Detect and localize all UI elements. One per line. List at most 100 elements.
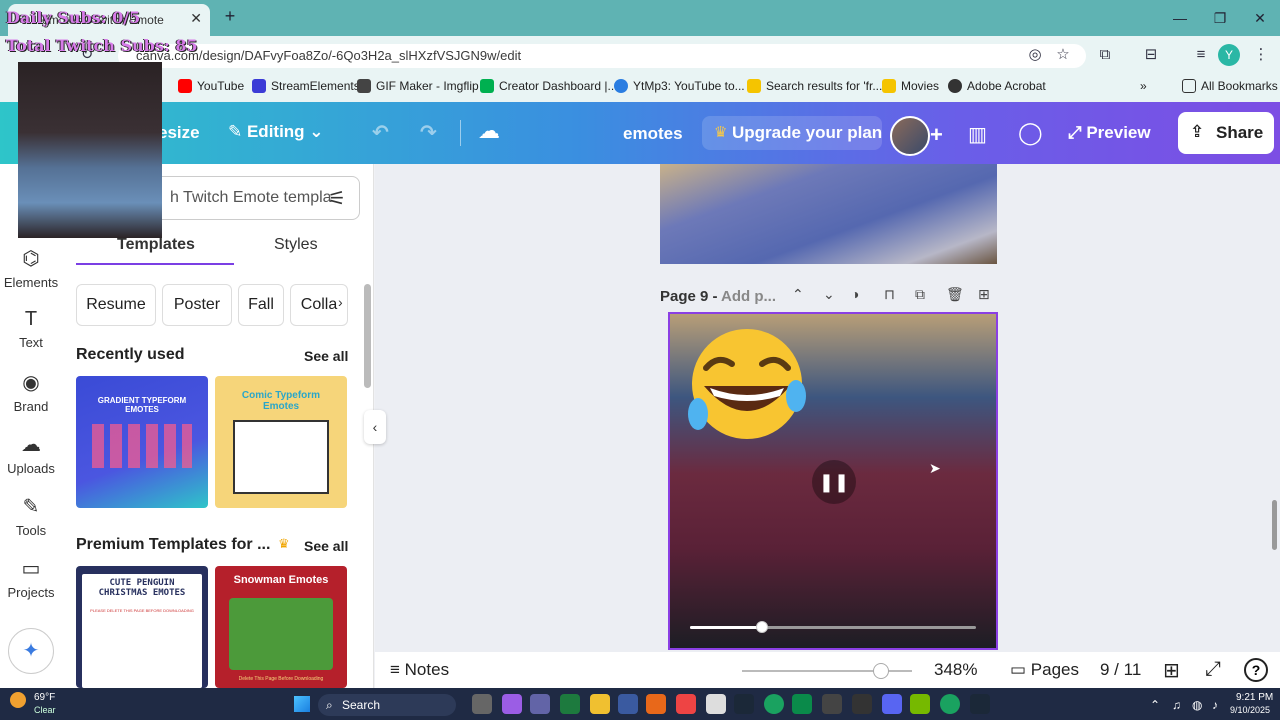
file-explorer-icon[interactable] xyxy=(590,694,610,714)
resize-button[interactable]: esize xyxy=(158,123,200,143)
video-scrubber-handle[interactable] xyxy=(755,621,768,633)
volume-icon[interactable]: ♪ xyxy=(1212,698,1218,712)
canvas-scrollbar[interactable] xyxy=(1272,500,1277,550)
page-8-preview[interactable] xyxy=(660,164,997,264)
help-icon[interactable]: ? xyxy=(1244,658,1268,682)
bookmark-imgflip[interactable]: GIF Maker - Imgflip xyxy=(357,79,479,93)
editing-mode-button[interactable]: ✎ Editing ⌄ xyxy=(228,122,324,142)
rail-projects[interactable]: ▭ Projects xyxy=(0,556,62,600)
lock-icon[interactable]: ⊓ xyxy=(884,286,895,303)
steam-icon[interactable] xyxy=(734,694,754,714)
pause-button[interactable]: ❚❚ xyxy=(812,460,856,504)
chrome-icon[interactable] xyxy=(764,694,784,714)
pages-button[interactable]: ▭ Pages xyxy=(1010,660,1079,680)
github-icon[interactable] xyxy=(822,694,842,714)
bookmark-streamelements[interactable]: StreamElements xyxy=(252,79,360,93)
bookmark-movies[interactable]: Movies xyxy=(882,79,939,93)
template-thumbnail[interactable]: GRADIENT TYPEFORM EMOTES xyxy=(76,376,208,508)
notes-button[interactable]: ≡ Notes xyxy=(390,660,449,680)
playlist-icon[interactable]: ≡ xyxy=(1190,44,1212,66)
menu-kebab-icon[interactable]: ⋮ xyxy=(1250,44,1272,66)
minimize-icon[interactable]: — xyxy=(1170,8,1190,28)
fullscreen-icon[interactable]: ⤢ xyxy=(1205,658,1221,681)
zoom-percent[interactable]: 348% xyxy=(934,660,977,680)
hide-page-icon[interactable]: ◑ xyxy=(851,286,859,302)
delete-page-icon[interactable]: 🗑 xyxy=(946,286,964,303)
magic-assistant-icon[interactable]: ✦ xyxy=(8,628,54,674)
close-tab-icon[interactable]: ✕ xyxy=(190,10,202,27)
bookmark-adobe-acrobat[interactable]: Adobe Acrobat xyxy=(948,79,1046,93)
insights-chart-icon[interactable]: ▥ xyxy=(968,122,987,147)
template-thumbnail[interactable]: Comic Typeform Emotes xyxy=(215,376,347,508)
duplicate-page-icon[interactable]: ⧉ xyxy=(915,286,925,303)
chevron-right-icon[interactable]: › xyxy=(338,294,343,310)
comment-icon[interactable]: ◯ xyxy=(1018,120,1043,146)
bookmark-search-results[interactable]: Search results for 'fr... xyxy=(747,79,882,93)
chip-poster[interactable]: Poster xyxy=(162,284,232,326)
weather-icon[interactable] xyxy=(10,692,26,708)
excel-icon[interactable] xyxy=(560,694,580,714)
filter-icon[interactable]: ⚟ xyxy=(328,186,346,211)
rail-elements[interactable]: ⌬ Elements xyxy=(0,246,62,290)
share-button[interactable]: ⇪ Share xyxy=(1178,112,1274,154)
tray-chevron-up-icon[interactable]: ⌃ xyxy=(1150,698,1160,712)
eye-off-icon[interactable]: ◎ xyxy=(1024,44,1046,66)
chip-resume[interactable]: Resume xyxy=(76,284,156,326)
panel-scrollbar[interactable] xyxy=(364,284,371,388)
steam-icon[interactable] xyxy=(970,694,990,714)
bookmark-youtube[interactable]: YouTube xyxy=(178,79,244,93)
rail-tools[interactable]: ✎ Tools xyxy=(0,494,62,538)
restore-icon[interactable]: ❐ xyxy=(1210,8,1230,28)
redo-icon[interactable]: ↷ xyxy=(420,120,437,145)
microphone-icon[interactable]: ♫ xyxy=(1172,698,1181,712)
all-bookmarks[interactable]: All Bookmarks xyxy=(1182,79,1278,93)
bookmark-ytmp3[interactable]: YtMp3: YouTube to... xyxy=(614,79,745,93)
app-icon[interactable] xyxy=(792,694,812,714)
tab-templates[interactable]: Templates xyxy=(117,236,195,254)
network-icon[interactable]: ◍ xyxy=(1192,698,1202,712)
clock-time[interactable]: 9:21 PM xyxy=(1236,692,1273,703)
template-thumbnail[interactable]: CUTE PENGUIN CHRISTMAS EMOTES PLEASE DEL… xyxy=(76,566,208,688)
chrome-icon[interactable] xyxy=(940,694,960,714)
undo-icon[interactable]: ↶ xyxy=(372,120,389,145)
task-view-icon[interactable] xyxy=(472,694,492,714)
rail-uploads[interactable]: ☁ Uploads xyxy=(0,432,62,476)
new-tab-icon[interactable]: + xyxy=(220,6,240,26)
store-icon[interactable] xyxy=(618,694,638,714)
nvidia-icon[interactable] xyxy=(910,694,930,714)
windows-start-icon[interactable] xyxy=(294,696,310,712)
close-window-icon[interactable]: ✕ xyxy=(1250,8,1270,28)
tab-styles[interactable]: Styles xyxy=(274,236,318,254)
collapse-panel-icon[interactable]: ‹ xyxy=(364,410,386,444)
rail-brand[interactable]: ◉ Brand xyxy=(0,370,62,414)
cloud-save-icon[interactable]: ☁ xyxy=(478,118,500,144)
laughing-tears-emoji[interactable] xyxy=(684,324,810,444)
teams-icon[interactable] xyxy=(530,694,550,714)
taskbar-search[interactable]: ⌕ Search xyxy=(318,694,456,716)
media-icon[interactable]: ⊟ xyxy=(1140,44,1162,66)
chevron-up-icon[interactable]: ⌃ xyxy=(792,286,804,303)
weather-temp[interactable]: 69°F xyxy=(34,692,55,703)
app-icon[interactable] xyxy=(646,694,666,714)
bookmark-creator-dashboard[interactable]: Creator Dashboard |... xyxy=(480,79,618,93)
document-title[interactable]: emotes xyxy=(623,124,683,144)
more-bookmarks-icon[interactable]: » xyxy=(1140,79,1147,93)
bookmark-star-icon[interactable]: ☆ xyxy=(1052,44,1074,66)
see-all-recent-link[interactable]: See all xyxy=(304,348,348,364)
chevron-down-icon[interactable]: ⌄ xyxy=(823,286,835,303)
app-icon[interactable] xyxy=(852,694,872,714)
see-all-premium-link[interactable]: See all xyxy=(304,538,348,554)
rail-text[interactable]: T Text xyxy=(0,308,62,350)
extensions-icon[interactable]: ⧉ xyxy=(1094,44,1116,66)
discord-icon[interactable] xyxy=(882,694,902,714)
copilot-icon[interactable] xyxy=(502,694,522,714)
add-collaborator-icon[interactable]: + xyxy=(930,122,943,148)
notepad-icon[interactable] xyxy=(706,694,726,714)
chip-fall[interactable]: Fall xyxy=(238,284,284,326)
avatar[interactable] xyxy=(890,116,930,156)
app-icon[interactable] xyxy=(676,694,696,714)
page-title-input[interactable]: Add p... xyxy=(721,288,776,305)
grid-view-icon[interactable]: ⊞ xyxy=(1163,658,1180,683)
upgrade-button[interactable]: ♛ Upgrade your plan xyxy=(702,116,882,150)
add-page-icon[interactable]: ⊞ xyxy=(978,286,990,303)
